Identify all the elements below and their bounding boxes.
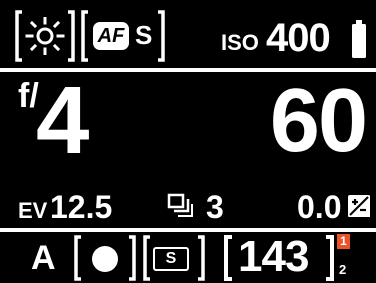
sun-icon (25, 17, 65, 55)
burst-count: 3 (206, 189, 224, 225)
shots-remaining: 143 (238, 232, 309, 281)
ev-value: 12.5 (50, 189, 113, 225)
quality-badge: S (153, 247, 189, 271)
card-slot-1-label: 1 (340, 234, 347, 248)
exposure-comp-value[interactable]: 0.0 (297, 189, 341, 225)
battery-icon (352, 20, 366, 58)
shutter-speed-value[interactable]: 60 (270, 73, 368, 169)
divider-bottom (0, 228, 376, 232)
iso-label: ISO (221, 30, 259, 55)
iso-value[interactable]: 400 (266, 16, 331, 60)
af-badge-label: AF (97, 25, 125, 47)
shooting-mode[interactable]: A (31, 239, 56, 277)
metering-dot-icon (92, 246, 118, 272)
ev-label: EV (18, 198, 48, 223)
card-slot-2-label: 2 (339, 262, 347, 277)
aperture-value[interactable]: 4 (36, 73, 89, 169)
continuous-shooting-icon (167, 193, 193, 217)
af-badge: AF (93, 22, 129, 50)
af-mode-label: S (135, 20, 153, 50)
quality-badge-label: S (165, 250, 177, 267)
card-slot-1-badge: 1 (337, 234, 350, 249)
exposure-compensation-icon (348, 195, 370, 217)
camera-status-screen: AF S ISO 400 f/ 4 60 EV 12.5 3 0.0 A S 1… (0, 0, 376, 283)
